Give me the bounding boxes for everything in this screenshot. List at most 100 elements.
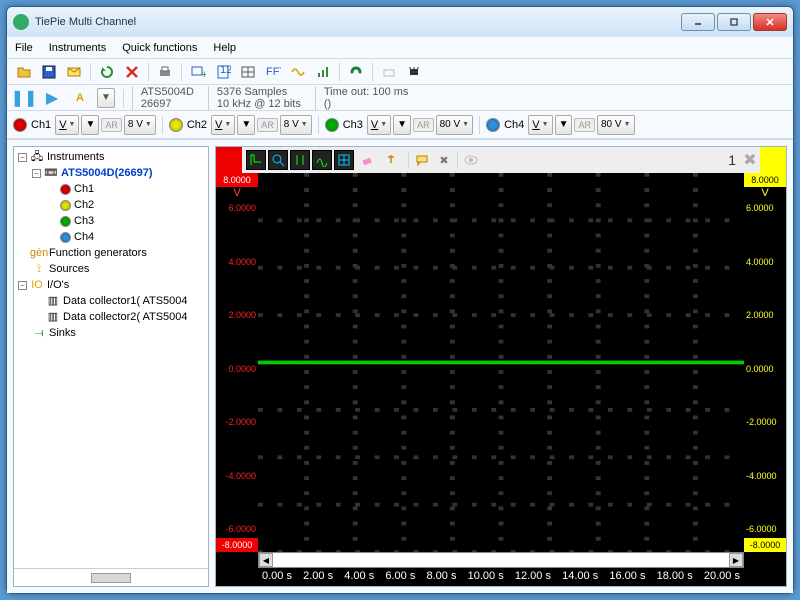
play-button[interactable]: ▶	[41, 87, 63, 109]
tree-device[interactable]: −📼ATS5004D(26697)	[32, 165, 206, 181]
coupling-dropdown[interactable]: ▼	[555, 115, 573, 135]
tree-dc2[interactable]: ▥Data collector2( ATS5004	[32, 309, 206, 325]
wave-icon[interactable]	[287, 61, 309, 83]
range-button[interactable]: 8 V▼	[280, 115, 312, 135]
erase-icon[interactable]	[356, 149, 378, 171]
grid-icon[interactable]	[334, 150, 354, 170]
meter-icon[interactable]: 123	[212, 61, 234, 83]
minimize-button[interactable]	[681, 13, 715, 31]
y-left-unit: V	[216, 187, 258, 199]
y-left-max: 8.0000	[216, 173, 258, 187]
coupling-button[interactable]: V▼	[55, 115, 79, 135]
sources-icon: ⟟	[32, 263, 46, 275]
save-icon[interactable]	[38, 61, 60, 83]
menu-help[interactable]: Help	[213, 42, 236, 54]
channel-dot-icon[interactable]	[486, 118, 500, 132]
ch2-marker[interactable]	[760, 147, 786, 173]
scroll-right-icon[interactable]: ▶	[729, 553, 743, 567]
autorange-badge[interactable]: AR	[257, 118, 278, 132]
y-tick: -6.0000	[746, 524, 784, 534]
zoom-icon[interactable]	[268, 150, 288, 170]
channel-dot-icon[interactable]	[325, 118, 339, 132]
scrollbar-thumb[interactable]	[91, 573, 131, 583]
x-tick: 8.00 s	[427, 570, 457, 584]
scroll-left-icon[interactable]: ◀	[259, 553, 273, 567]
tree-ios[interactable]: −IOI/O's	[18, 277, 206, 293]
y-axis-left[interactable]: 8.0000 V 6.00004.00002.00000.0000-2.0000…	[216, 173, 258, 552]
y-cursor-icon[interactable]	[312, 150, 332, 170]
coupling-button[interactable]: V▼	[211, 115, 235, 135]
tree-ch4[interactable]: Ch4	[46, 229, 206, 245]
autorange-badge[interactable]: AR	[101, 118, 122, 132]
x-axis[interactable]: 0.00 s2.00 s4.00 s6.00 s8.00 s10.00 s12.…	[216, 568, 786, 586]
channel-dot-icon	[60, 216, 71, 227]
menu-instruments[interactable]: Instruments	[49, 42, 106, 54]
level-icon[interactable]	[312, 61, 334, 83]
instruments-icon: 🖧	[30, 151, 44, 163]
collapse-icon[interactable]: −	[18, 153, 27, 162]
y-tick: 2.0000	[218, 310, 256, 320]
x-cursor-icon[interactable]	[290, 150, 310, 170]
pause-button[interactable]: ❚❚	[13, 87, 35, 109]
collapse-icon[interactable]: −	[18, 281, 27, 290]
pin-icon[interactable]	[380, 149, 402, 171]
chip-icon: ▥	[46, 295, 60, 307]
h-scrollbar[interactable]: ◀ ▶	[258, 552, 744, 568]
status-toolbar: ❚❚ ▶ A ▼ ATS5004D 26697 5376 Samples 10 …	[7, 85, 793, 111]
tree-funcgen[interactable]: gėnFunction generators	[18, 245, 206, 261]
channel-toolbar: Ch1 V▼ ▼ AR 8 V▼ Ch2 V▼ ▼ AR 8 V▼ Ch3 V▼…	[7, 111, 793, 139]
coupling-button[interactable]: V▼	[367, 115, 391, 135]
fft-icon[interactable]: FFT	[262, 61, 284, 83]
refresh-icon[interactable]	[96, 61, 118, 83]
autorange-badge[interactable]: AR	[574, 118, 595, 132]
close-button[interactable]	[753, 13, 787, 31]
open-icon[interactable]	[13, 61, 35, 83]
svg-text:+: +	[201, 69, 206, 80]
range-button[interactable]: 80 V▼	[597, 115, 635, 135]
eye-icon[interactable]	[460, 149, 482, 171]
connect-icon[interactable]	[345, 61, 367, 83]
chip-icon[interactable]	[403, 61, 425, 83]
table-icon[interactable]	[237, 61, 259, 83]
clear-icon[interactable]: ✖	[433, 149, 455, 171]
app-window: TiePie Multi Channel File Instruments Qu…	[6, 6, 794, 594]
x-tick: 0.00 s	[262, 570, 292, 584]
auto-dropdown[interactable]: ▼	[97, 88, 115, 108]
menu-quick-functions[interactable]: Quick functions	[122, 42, 197, 54]
range-button[interactable]: 80 V▼	[436, 115, 474, 135]
scope-add-icon[interactable]: +	[187, 61, 209, 83]
channel-group-ch4: Ch4 V▼ ▼ AR 80 V▼	[486, 115, 634, 135]
ch1-marker[interactable]	[216, 147, 242, 173]
tree-sinks[interactable]: ⟞Sinks	[18, 325, 206, 341]
plot-area[interactable]	[258, 173, 744, 552]
tree-h-scrollbar[interactable]	[14, 568, 208, 586]
tree-dc1[interactable]: ▥Data collector1( ATS5004	[32, 293, 206, 309]
cursor-mode-icon[interactable]	[246, 150, 266, 170]
tree-ch3[interactable]: Ch3	[46, 213, 206, 229]
titlebar[interactable]: TiePie Multi Channel	[7, 7, 793, 37]
graph-close-icon[interactable]: ✖	[740, 150, 760, 170]
print-icon[interactable]	[154, 61, 176, 83]
coupling-dropdown[interactable]: ▼	[81, 115, 99, 135]
tree-ch2[interactable]: Ch2	[46, 197, 206, 213]
channel-dot-icon[interactable]	[13, 118, 27, 132]
autorange-badge[interactable]: AR	[413, 118, 434, 132]
object-tree[interactable]: −🖧Instruments −📼ATS5004D(26697) Ch1Ch2Ch…	[14, 147, 208, 568]
comment-icon[interactable]	[411, 149, 433, 171]
maximize-button[interactable]	[717, 13, 751, 31]
range-button[interactable]: 8 V▼	[124, 115, 156, 135]
y-axis-right[interactable]: 8.0000 V 6.00004.00002.00000.0000-2.0000…	[744, 173, 786, 552]
tree-ch1[interactable]: Ch1	[46, 181, 206, 197]
coupling-button[interactable]: V▼	[528, 115, 552, 135]
coupling-dropdown[interactable]: ▼	[237, 115, 255, 135]
tree-sources[interactable]: ⟟Sources	[18, 261, 206, 277]
coupling-dropdown[interactable]: ▼	[393, 115, 411, 135]
menu-file[interactable]: File	[15, 42, 33, 54]
collapse-icon[interactable]: −	[32, 169, 41, 178]
mail-icon[interactable]	[63, 61, 85, 83]
channel-dot-icon[interactable]	[169, 118, 183, 132]
delete-icon[interactable]	[121, 61, 143, 83]
auto-button[interactable]: A	[69, 87, 91, 109]
settings-icon[interactable]	[378, 61, 400, 83]
tree-instruments[interactable]: −🖧Instruments	[18, 149, 206, 165]
